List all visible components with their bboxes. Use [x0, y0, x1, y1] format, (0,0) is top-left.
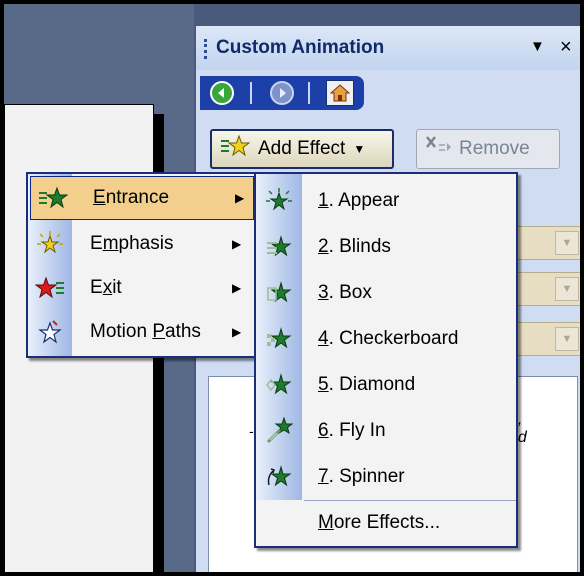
add-effect-label: Add Effect: [258, 138, 346, 159]
add-effect-menu: Entrance ▶ Emphasis ▶ Exit ▶ Motion Path…: [26, 172, 258, 358]
menu-item-label: Emphasis: [90, 233, 174, 254]
submenu-arrow-icon: ▶: [232, 325, 242, 339]
menu-item-label: Motion Paths: [90, 321, 201, 342]
submenu-arrow-icon: ▶: [232, 237, 242, 251]
yellow-star-icon: [28, 231, 72, 257]
menu-item-label: 2. Blinds: [318, 236, 391, 257]
add-effect-star-icon: [220, 134, 251, 164]
menu-item-emphasis[interactable]: Emphasis ▶: [28, 222, 256, 266]
back-arrow-icon[interactable]: [210, 81, 234, 105]
pane-title-bar: Custom Animation ▼ ×: [196, 26, 580, 70]
nav-separator: [308, 82, 310, 104]
menu-item-checkerboard[interactable]: 4. Checkerboard: [256, 316, 516, 362]
submenu-arrow-icon: ▶: [232, 281, 242, 295]
pane-menu-dropdown-icon[interactable]: ▼: [530, 38, 545, 55]
add-effect-button[interactable]: Add Effect ▼: [210, 129, 394, 169]
entrance-effects-menu: 1. Appear 2. Blinds 3. Box 4. Checkerboa…: [254, 172, 518, 548]
chevron-down-icon[interactable]: ▼: [555, 277, 579, 301]
menu-separator: [304, 500, 516, 501]
chevron-down-icon[interactable]: ▼: [555, 327, 579, 351]
menu-item-entrance[interactable]: Entrance ▶: [30, 176, 254, 220]
menu-item-label: 7. Spinner: [318, 466, 405, 487]
red-star-icon: [28, 276, 72, 300]
checkerboard-effect-icon: [256, 326, 302, 352]
menu-item-diamond[interactable]: 5. Diamond: [256, 362, 516, 408]
nav-separator: [250, 82, 252, 104]
menu-item-fly-in[interactable]: 6. Fly In: [256, 408, 516, 454]
chevron-down-icon: ▼: [353, 142, 366, 156]
diamond-effect-icon: [256, 372, 302, 398]
menu-item-box[interactable]: 3. Box: [256, 270, 516, 316]
pane-title: Custom Animation: [216, 37, 385, 58]
application-window: Custom Animation ▼ × Add Effect ▼ Remove…: [0, 0, 584, 576]
outline-star-icon: [28, 319, 72, 345]
list-dash: -: [249, 423, 254, 439]
remove-icon: [425, 135, 453, 163]
menu-item-blinds[interactable]: 2. Blinds: [256, 224, 516, 270]
green-star-icon: [31, 186, 75, 210]
menu-item-exit[interactable]: Exit ▶: [28, 266, 256, 310]
menu-item-label: 6. Fly In: [318, 420, 386, 441]
menu-item-label: 1. Appear: [318, 190, 400, 211]
blinds-effect-icon: [256, 234, 302, 260]
menu-item-more-effects[interactable]: More Effects...: [318, 512, 440, 534]
menu-item-label: 3. Box: [318, 282, 372, 303]
fly-in-effect-icon: [256, 417, 302, 445]
box-effect-icon: [256, 280, 302, 306]
pane-close-icon[interactable]: ×: [560, 36, 572, 59]
menu-item-motion-paths[interactable]: Motion Paths ▶: [28, 310, 256, 354]
menu-item-label: 4. Checkerboard: [318, 328, 459, 349]
grip-icon[interactable]: [204, 39, 208, 59]
spinner-effect-icon: [256, 463, 302, 491]
home-icon[interactable]: [326, 80, 354, 106]
remove-label: Remove: [459, 138, 530, 159]
menu-item-spinner[interactable]: 7. Spinner: [256, 454, 516, 500]
menu-item-label: 5. Diamond: [318, 374, 416, 395]
menu-item-label: Entrance: [93, 187, 170, 208]
submenu-arrow-icon: ▶: [235, 191, 245, 205]
remove-button[interactable]: Remove: [416, 129, 560, 169]
menu-item-appear[interactable]: 1. Appear: [256, 178, 516, 224]
pane-navigation-bar: [200, 76, 364, 110]
forward-arrow-icon[interactable]: [270, 81, 294, 105]
menu-item-label: Exit: [90, 277, 122, 298]
chevron-down-icon[interactable]: ▼: [555, 231, 579, 255]
appear-effect-icon: [256, 188, 302, 214]
